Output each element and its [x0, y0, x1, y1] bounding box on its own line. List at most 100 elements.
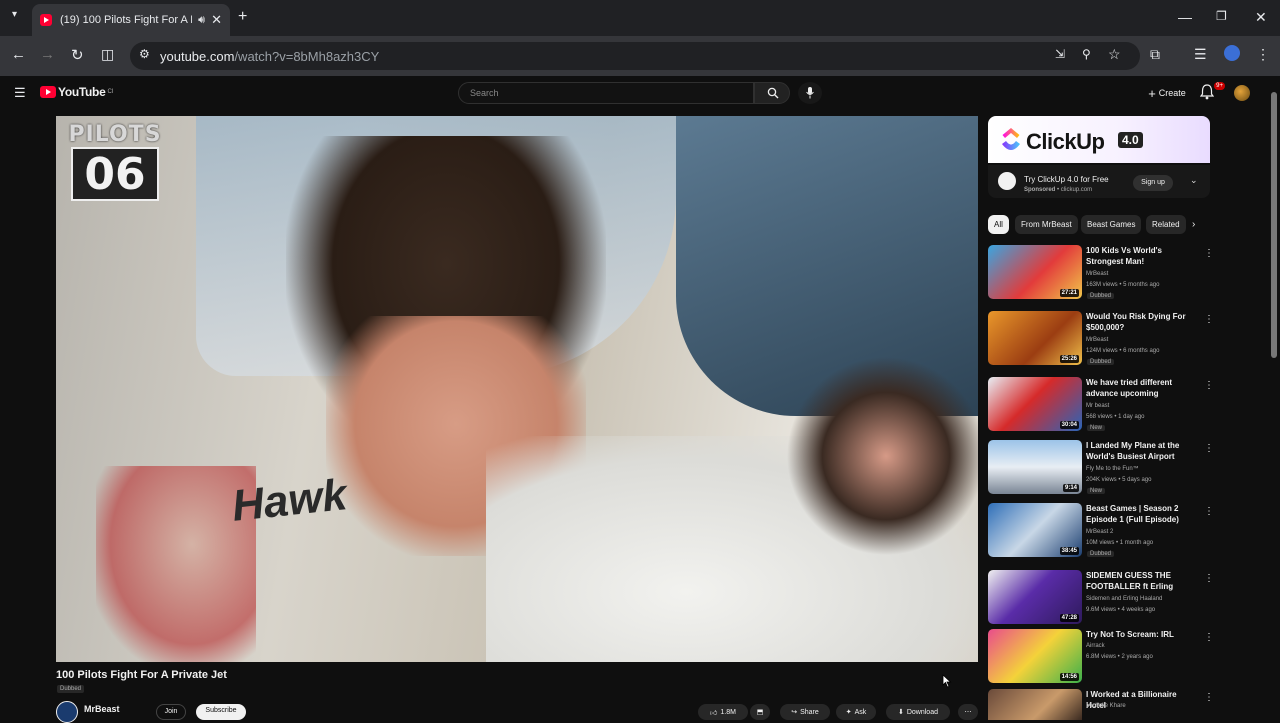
- voice-search-button[interactable]: [798, 82, 822, 104]
- list-item[interactable]: 38:45 Beast Games | Season 2 Episode 1 (…: [988, 503, 1220, 563]
- video-thumbnail[interactable]: 38:45: [988, 503, 1082, 557]
- install-icon[interactable]: ⇲: [1055, 47, 1065, 61]
- tab-close-icon[interactable]: ✕: [211, 12, 222, 28]
- address-bar[interactable]: ⚙ youtube.com/watch?v=8bMh8azh3CY ⇲ ⚲ ☆: [130, 42, 1140, 70]
- create-button[interactable]: + Create: [1142, 82, 1192, 104]
- rec-title[interactable]: We have tried different advance upcoming…: [1086, 377, 1198, 399]
- notifications-button[interactable]: 9+: [1199, 82, 1225, 102]
- more-vert-icon[interactable]: ⋮: [1204, 248, 1214, 259]
- scrollbar-thumb[interactable]: [1271, 92, 1277, 358]
- new-tab-icon[interactable]: +: [238, 8, 247, 26]
- download-button[interactable]: ⬇ Download: [886, 704, 950, 720]
- list-item[interactable]: 25:26 Would You Risk Dying For $500,000?…: [988, 311, 1220, 371]
- chip-related[interactable]: Related: [1146, 215, 1186, 234]
- video-thumbnail[interactable]: 30:04: [988, 377, 1082, 431]
- list-item[interactable]: 27:21 100 Kids Vs World's Strongest Man!…: [988, 245, 1220, 305]
- sponsored-ad[interactable]: ClickUp 4.0 Try ClickUp 4.0 for Free Spo…: [988, 116, 1210, 198]
- more-vert-icon[interactable]: ⋮: [1204, 314, 1214, 325]
- rec-channel[interactable]: Mr beast: [1086, 403, 1109, 409]
- speaker-icon[interactable]: 🔊︎: [198, 14, 205, 27]
- media-icon[interactable]: ☰: [1194, 46, 1207, 63]
- more-vert-icon[interactable]: ⋮: [1204, 443, 1214, 454]
- url-path: /watch?v=8bMh8azh3CY: [234, 48, 380, 64]
- video-thumbnail[interactable]: 25:26: [988, 311, 1082, 365]
- video-thumbnail[interactable]: 47:28: [988, 570, 1082, 624]
- list-item[interactable]: 30:04 We have tried different advance up…: [988, 377, 1220, 437]
- ad-banner[interactable]: ClickUp 4.0: [988, 116, 1210, 163]
- chip-beast-games[interactable]: Beast Games: [1081, 215, 1142, 234]
- rec-channel[interactable]: Airrack: [1086, 643, 1105, 649]
- chip-all[interactable]: All: [988, 215, 1009, 234]
- ad-domain: clickup.com: [1060, 187, 1093, 193]
- rec-channel[interactable]: Michelle Khare: [1086, 703, 1126, 709]
- zoom-icon[interactable]: ⚲: [1082, 47, 1091, 61]
- more-vert-icon[interactable]: ⋮: [1204, 380, 1214, 391]
- minimize-icon[interactable]: —: [1178, 9, 1192, 25]
- more-vert-icon[interactable]: ⋮: [1204, 692, 1214, 703]
- more-vert-icon[interactable]: ⋮: [1204, 573, 1214, 584]
- rec-channel[interactable]: Fly Me to the Fun™: [1086, 466, 1139, 472]
- search-input[interactable]: Search: [458, 82, 754, 104]
- share-button[interactable]: ↪ Share: [780, 704, 830, 720]
- video-thumbnail[interactable]: 27:21: [988, 245, 1082, 299]
- rec-title[interactable]: Try Not To Scream: IRL: [1086, 629, 1198, 640]
- plus-icon: +: [1148, 85, 1156, 101]
- ad-brand-version: 4.0: [1118, 132, 1143, 148]
- chevron-down-icon[interactable]: ⌄: [1190, 175, 1198, 186]
- url-host: youtube.com: [160, 48, 235, 64]
- forward-icon[interactable]: →: [40, 46, 55, 63]
- browser-tab[interactable]: (19) 100 Pilots Fight For A P 🔊︎ ✕: [32, 4, 230, 36]
- profile-avatar[interactable]: [1224, 45, 1240, 61]
- window-close-icon[interactable]: ✕: [1255, 9, 1267, 26]
- site-info-icon[interactable]: ⚙: [139, 47, 150, 61]
- rec-channel[interactable]: MrBeast 2: [1086, 529, 1113, 535]
- list-item[interactable]: I Worked at a Billionaire Hotel Michelle…: [988, 689, 1220, 720]
- rec-title[interactable]: SIDEMEN GUESS THE FOOTBALLER ft Erling H…: [1086, 570, 1198, 592]
- ask-button[interactable]: ✦ Ask: [836, 704, 876, 720]
- video-thumbnail[interactable]: 14:56: [988, 629, 1082, 683]
- more-vert-icon[interactable]: ⋮: [1204, 506, 1214, 517]
- duration: 14:56: [1059, 673, 1079, 681]
- split-view-icon[interactable]: ◫: [101, 46, 114, 63]
- rec-channel[interactable]: Sidemen and Erling Haaland: [1086, 596, 1162, 602]
- list-item[interactable]: 9:14 I Landed My Plane at the World's Bu…: [988, 440, 1220, 500]
- more-vert-icon[interactable]: ⋮: [1204, 632, 1214, 643]
- duration: 27:21: [1059, 289, 1079, 297]
- chevron-right-icon[interactable]: ›: [1192, 219, 1195, 230]
- video-thumbnail[interactable]: 9:14: [988, 440, 1082, 494]
- rec-title[interactable]: Beast Games | Season 2 Episode 1 (Full E…: [1086, 503, 1198, 525]
- search-icon: [767, 87, 779, 99]
- channel-name[interactable]: MrBeast: [84, 704, 120, 714]
- chip-from-mrbeast[interactable]: From MrBeast: [1015, 215, 1078, 234]
- rec-channel[interactable]: MrBeast: [1086, 337, 1108, 343]
- list-item[interactable]: 14:56 Try Not To Scream: IRL Airrack 6.8…: [988, 629, 1220, 689]
- rec-title[interactable]: I Landed My Plane at the World's Busiest…: [1086, 440, 1198, 462]
- search-button[interactable]: [754, 82, 790, 104]
- rec-title[interactable]: Would You Risk Dying For $500,000?: [1086, 311, 1198, 333]
- restore-icon[interactable]: ❐: [1216, 9, 1227, 23]
- rec-channel[interactable]: MrBeast: [1086, 271, 1108, 277]
- youtube-logo-text: YouTube: [58, 85, 106, 99]
- dislike-button[interactable]: ⬒: [750, 704, 770, 720]
- back-icon[interactable]: ←: [11, 46, 26, 63]
- youtube-logo[interactable]: YouTube CI: [40, 85, 113, 99]
- video-title: 100 Pilots Fight For A Private Jet: [56, 669, 227, 681]
- join-button[interactable]: Join: [156, 704, 186, 720]
- hamburger-menu-icon[interactable]: ☰: [14, 85, 26, 101]
- rec-badge: Dubbed: [1087, 359, 1115, 365]
- account-avatar[interactable]: [1234, 85, 1250, 101]
- bookmark-star-icon[interactable]: ☆: [1108, 46, 1121, 63]
- list-item[interactable]: 47:28 SIDEMEN GUESS THE FOOTBALLER ft Er…: [988, 570, 1220, 630]
- video-player[interactable]: Hawk PILOTS 06: [56, 116, 978, 662]
- video-thumbnail[interactable]: [988, 689, 1082, 720]
- reload-icon[interactable]: ↻: [71, 46, 84, 64]
- browser-menu-icon[interactable]: ⋮: [1256, 46, 1270, 63]
- rec-title[interactable]: 100 Kids Vs World's Strongest Man!: [1086, 245, 1198, 267]
- signup-button[interactable]: Sign up: [1133, 175, 1173, 191]
- extensions-icon[interactable]: ⧉: [1150, 46, 1160, 63]
- like-button[interactable]: 👍︎ 1.8M: [698, 704, 748, 720]
- subscribe-button[interactable]: Subscribe: [196, 704, 246, 720]
- tab-search-icon[interactable]: ▾: [12, 9, 17, 20]
- more-actions-button[interactable]: ⋯: [958, 704, 978, 720]
- ad-title[interactable]: Try ClickUp 4.0 for Free: [1024, 175, 1109, 184]
